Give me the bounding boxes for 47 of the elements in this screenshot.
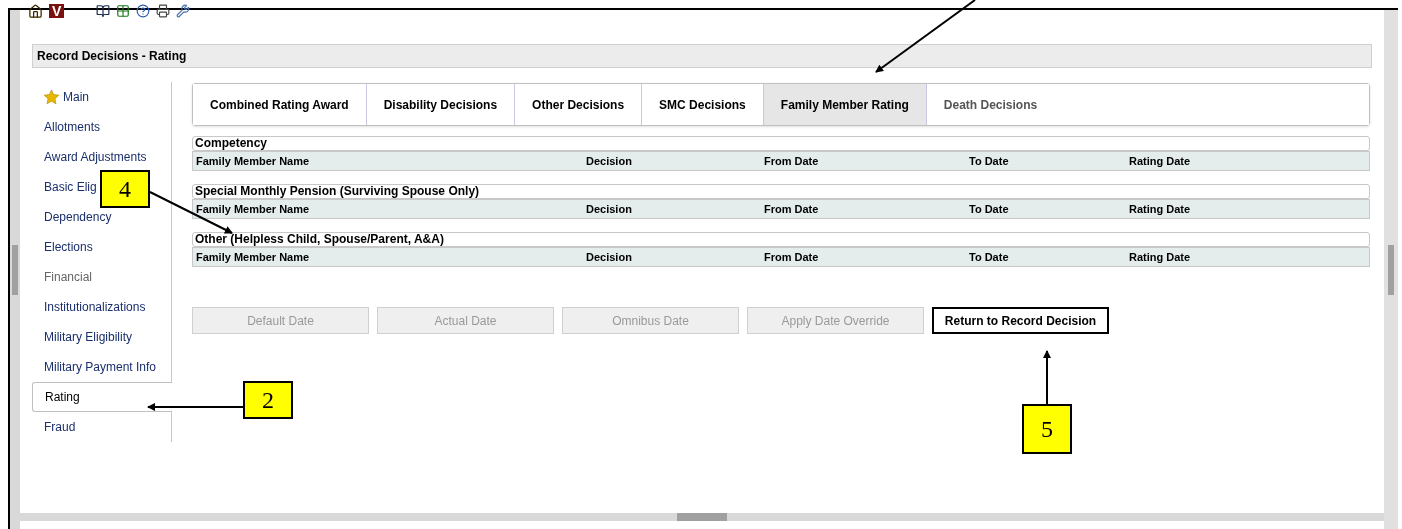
column-header: Rating Date	[1128, 249, 1192, 265]
sidebar-item[interactable]: Rating	[32, 382, 172, 412]
scrollbar-thumb[interactable]	[12, 244, 18, 295]
section-title: Other (Helpless Child, Spouse/Parent, A&A)	[192, 232, 1370, 247]
column-header: Decision	[585, 201, 633, 217]
section-title: Competency	[192, 136, 1370, 151]
column-header: Family Member Name	[195, 201, 311, 217]
scrollbar-thumb[interactable]	[1388, 244, 1394, 295]
tab[interactable]: Family Member Rating	[763, 84, 927, 125]
star-icon	[44, 90, 59, 104]
printer-icon[interactable]	[156, 4, 171, 18]
grid-icon[interactable]	[116, 4, 131, 18]
column-header: To Date	[968, 201, 1010, 217]
column-header: From Date	[763, 201, 820, 217]
book-icon[interactable]	[96, 4, 111, 18]
pointer-arrow	[1043, 350, 1051, 405]
tab[interactable]: Combined Rating Award	[193, 84, 367, 125]
column-header: To Date	[968, 249, 1010, 265]
column-header: From Date	[763, 249, 820, 265]
sidebar-item[interactable]: Institutionalizations	[32, 292, 172, 322]
callout-box: 2	[243, 381, 293, 419]
column-header: To Date	[968, 153, 1010, 169]
column-header: Decision	[585, 249, 633, 265]
tab[interactable]: Disability Decisions	[366, 84, 516, 125]
tab[interactable]: Other Decisions	[515, 84, 643, 125]
callout-box: 5	[1022, 404, 1072, 454]
sidebar-item[interactable]: Elections	[32, 232, 172, 262]
sidebar-item[interactable]: Allotments	[32, 112, 172, 142]
scrollbar-thumb[interactable]	[677, 513, 727, 521]
tab[interactable]: SMC Decisions	[642, 84, 764, 125]
callout-box: 4	[100, 170, 150, 208]
column-header: Family Member Name	[195, 249, 311, 265]
column-header: Rating Date	[1128, 153, 1192, 169]
sidebar-item[interactable]: Military Eligibility	[32, 322, 172, 352]
column-header: Family Member Name	[195, 153, 311, 169]
column-header: From Date	[763, 153, 820, 169]
app-logo[interactable]: V	[49, 4, 65, 18]
sidebar-item[interactable]: Fraud	[32, 412, 172, 442]
wrench-icon[interactable]	[176, 4, 191, 18]
section-title: Special Monthly Pension (Surviving Spouse Only)	[192, 184, 1370, 199]
action-button[interactable]: Return to Record Decision	[932, 307, 1109, 334]
page-header: Record Decisions - Rating	[32, 44, 1372, 68]
home-icon[interactable]	[28, 3, 43, 19]
help-icon[interactable]	[136, 4, 151, 18]
column-header: Rating Date	[1128, 201, 1192, 217]
sidebar-item[interactable]: Main	[32, 82, 172, 112]
column-header: Decision	[585, 153, 633, 169]
